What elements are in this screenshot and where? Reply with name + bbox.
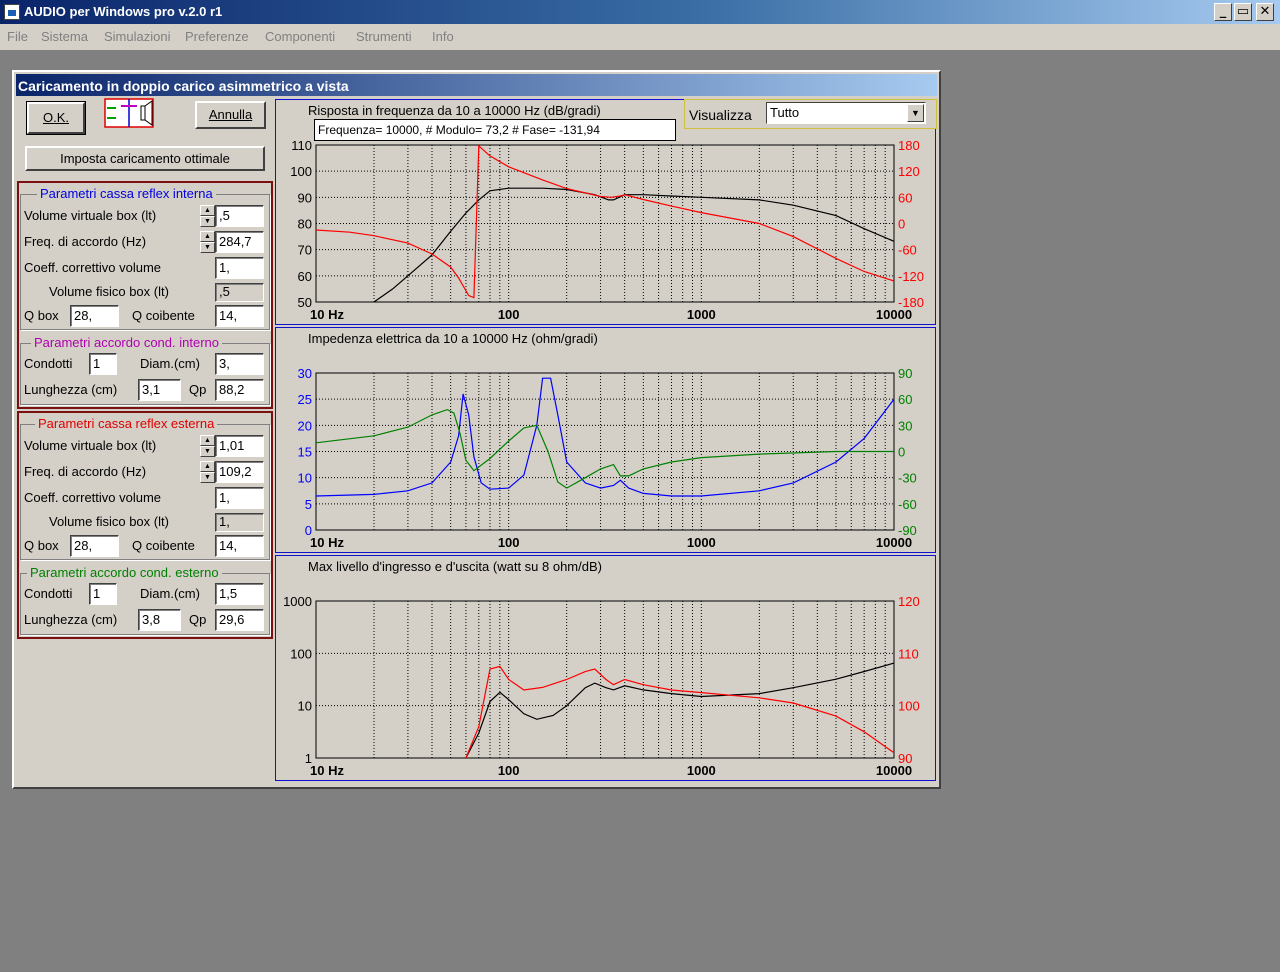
cursor-readout: Frequenza= 10000, # Modulo= 73,2 # Fase=… <box>314 119 676 141</box>
plot-frame <box>315 600 895 759</box>
y-right-tick-label: 110 <box>898 646 919 661</box>
y-left-tick-label: 100 <box>290 646 312 661</box>
y-left-tick-label: 110 <box>291 138 312 153</box>
series-line <box>373 187 895 303</box>
y-right-tick-label: 30 <box>898 418 912 433</box>
view-select[interactable]: Tutto ▼ <box>766 102 926 124</box>
y-left-tick-label: 10 <box>298 471 312 486</box>
x-tick-label: 10 Hz <box>310 535 344 550</box>
y-right-tick-label: -60 <box>898 243 917 258</box>
series-line <box>315 377 895 497</box>
y-right-tick-label: -30 <box>898 471 917 486</box>
y-left-tick-label: 30 <box>298 366 312 381</box>
y-right-tick-label: -60 <box>898 497 917 512</box>
y-left-tick-label: 90 <box>298 190 312 205</box>
y-right-tick-label: 120 <box>898 594 920 609</box>
x-tick-label: 10000 <box>876 307 912 322</box>
y-right-tick-label: -120 <box>898 269 924 284</box>
y-right-tick-label: 60 <box>898 190 912 205</box>
x-tick-label: 10000 <box>876 763 912 778</box>
y-left-tick-label: 100 <box>290 164 312 179</box>
x-tick-label: 1000 <box>687 763 716 778</box>
x-tick-label: 100 <box>498 535 520 550</box>
y-left-tick-label: 10 <box>298 699 312 714</box>
y-left-tick-label: 60 <box>298 269 312 284</box>
view-select-value: Tutto <box>770 105 800 120</box>
y-left-tick-label: 25 <box>298 392 312 407</box>
dropdown-arrow-icon[interactable]: ▼ <box>907 104 924 122</box>
frequency-response-chart: 1101009080706050180120600-60-120-18010 H… <box>283 138 924 778</box>
y-right-tick-label: 180 <box>898 138 920 153</box>
y-right-tick-label: 120 <box>898 164 920 179</box>
x-tick-label: 100 <box>498 307 520 322</box>
x-tick-label: 10 Hz <box>310 763 344 778</box>
y-left-tick-label: 20 <box>298 418 312 433</box>
series-line <box>465 662 895 759</box>
x-tick-label: 10000 <box>876 535 912 550</box>
y-left-tick-label: 1000 <box>283 594 312 609</box>
y-left-tick-label: 80 <box>298 217 312 232</box>
y-left-tick-label: 5 <box>305 497 312 512</box>
y-left-tick-label: 70 <box>298 243 312 258</box>
x-tick-label: 100 <box>498 763 520 778</box>
y-right-tick-label: 60 <box>898 392 912 407</box>
y-right-tick-label: 90 <box>898 366 912 381</box>
view-label: Visualizza <box>689 107 752 123</box>
x-tick-label: 1000 <box>687 535 716 550</box>
y-left-tick-label: 15 <box>298 445 312 460</box>
x-tick-label: 1000 <box>687 307 716 322</box>
y-right-tick-label: 100 <box>898 699 920 714</box>
x-tick-label: 10 Hz <box>310 307 344 322</box>
series-line <box>315 144 895 299</box>
y-right-tick-label: 0 <box>898 445 905 460</box>
y-right-tick-label: 0 <box>898 217 905 232</box>
